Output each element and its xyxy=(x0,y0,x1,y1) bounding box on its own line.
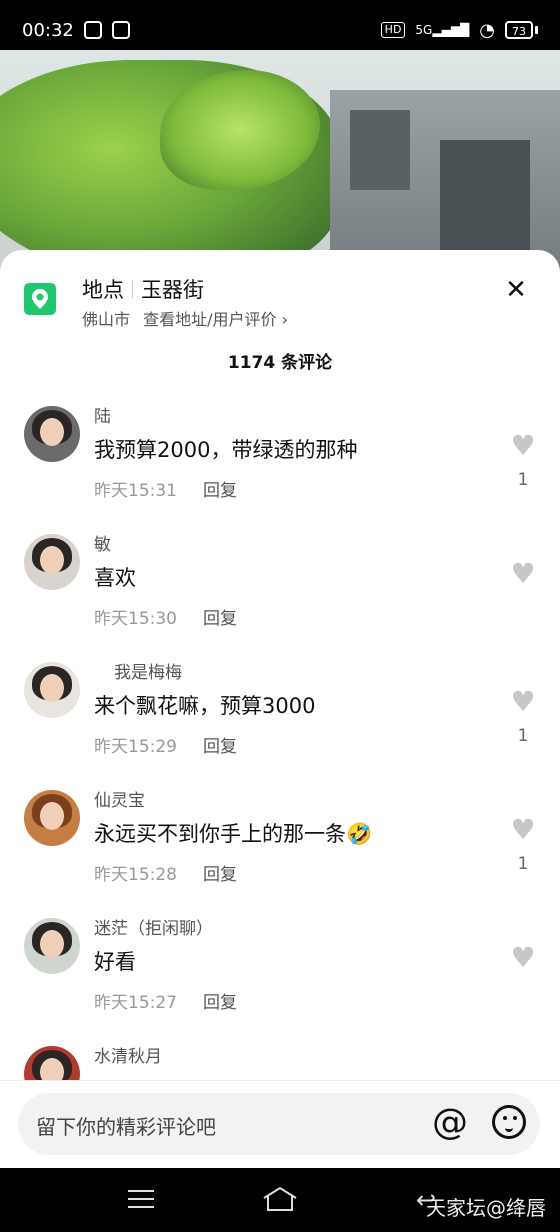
location-row[interactable]: 地点 玉器街 佛山市 查看地址/用户评价 › ✕ xyxy=(24,270,536,340)
comment-username[interactable]: 陆 xyxy=(94,402,111,427)
comment-item[interactable]: 仙灵宝 永远买不到你手上的那一条🤣 昨天15:28 回复 ♥ 1 xyxy=(0,784,560,912)
reply-button[interactable]: 回复 xyxy=(203,988,237,1013)
like-heart-icon[interactable]: ♥ xyxy=(508,432,538,460)
like-heart-icon[interactable]: ♥ xyxy=(508,816,538,844)
wifi-icon: ◔ xyxy=(479,19,495,41)
comment-text: 永远买不到你手上的那一条🤣 xyxy=(94,822,373,846)
battery-icon: 73 xyxy=(505,21,538,39)
close-icon[interactable]: ✕ xyxy=(496,270,536,310)
comment-input[interactable]: 留下你的精彩评论吧 @ xyxy=(18,1093,540,1155)
like-count: 1 xyxy=(517,470,529,490)
location-pin-icon xyxy=(24,283,56,315)
app-notification-icon xyxy=(83,21,102,39)
system-nav-bar: ↩ 天家坛@绛唇 xyxy=(0,1168,560,1232)
comment-time: 昨天15:31 xyxy=(94,481,177,501)
like-heart-icon[interactable]: ♥ xyxy=(508,560,538,588)
battery-level: 73 xyxy=(505,21,533,39)
comment-list: 陆 我预算2000，带绿透的那种 昨天15:31 回复 ♥ 1 敏 喜欢 昨天1… xyxy=(0,400,560,1168)
avatar[interactable] xyxy=(24,406,80,462)
location-title: 地点 玉器街 xyxy=(82,274,204,304)
watermark: 天家坛@绛唇 xyxy=(426,1196,546,1220)
home-icon[interactable] xyxy=(262,1186,298,1212)
avatar[interactable] xyxy=(24,790,80,846)
comment-username[interactable]: 仙灵宝 xyxy=(94,786,145,811)
avatar[interactable] xyxy=(24,534,80,590)
comment-text: 我预算2000，带绿透的那种 xyxy=(94,438,358,462)
app-notification-icon-2 xyxy=(111,21,130,39)
comment-time: 昨天15:30 xyxy=(94,609,177,629)
reply-button[interactable]: 回复 xyxy=(203,860,237,885)
location-label: 地点 xyxy=(82,278,124,302)
reply-button[interactable]: 回复 xyxy=(203,604,237,629)
comment-username[interactable]: 敏 xyxy=(94,530,111,555)
comment-username[interactable]: 我是梅梅 xyxy=(114,658,182,683)
hd-badge: HD xyxy=(380,22,406,38)
comment-time: 昨天15:28 xyxy=(94,865,177,885)
comment-text: 喜欢 xyxy=(94,566,136,590)
comment-item[interactable]: 敏 喜欢 昨天15:30 回复 ♥ xyxy=(0,528,560,656)
comment-text: 来个飘花嘛，预算3000 xyxy=(94,694,316,718)
comment-username[interactable]: 水清秋月 xyxy=(94,1042,162,1067)
clock: 00:32 xyxy=(22,19,74,41)
comment-sheet: 地点 玉器街 佛山市 查看地址/用户评价 › ✕ 1174 条评论 陆 我预算2… xyxy=(0,250,560,1168)
comment-time: 昨天15:29 xyxy=(94,737,177,757)
comment-username[interactable]: 迷茫（拒闲聊） xyxy=(94,914,213,939)
reply-button[interactable]: 回复 xyxy=(203,732,237,757)
comment-item[interactable]: 我是梅梅 来个飘花嘛，预算3000 昨天15:29 回复 ♥ 1 xyxy=(0,656,560,784)
reply-button[interactable]: 回复 xyxy=(203,476,237,501)
comment-input-placeholder: 留下你的精彩评论吧 xyxy=(36,1115,216,1139)
mention-icon[interactable]: @ xyxy=(432,1103,468,1143)
comment-item[interactable]: 迷茫（拒闲聊） 好看 昨天15:27 回复 ♥ xyxy=(0,912,560,1040)
like-count: 1 xyxy=(517,854,529,874)
emoji-icon[interactable] xyxy=(492,1105,526,1139)
comment-count: 1174 条评论 xyxy=(227,353,333,373)
like-heart-icon[interactable]: ♥ xyxy=(508,688,538,716)
location-subtitle[interactable]: 佛山市 查看地址/用户评价 › xyxy=(82,306,288,330)
like-count: 1 xyxy=(517,726,529,746)
comment-text: 好看 xyxy=(94,950,136,974)
comment-item[interactable]: 陆 我预算2000，带绿透的那种 昨天15:31 回复 ♥ 1 xyxy=(0,400,560,528)
avatar[interactable] xyxy=(24,662,80,718)
location-city: 佛山市 xyxy=(82,310,131,329)
video-background[interactable] xyxy=(0,50,560,280)
comment-time: 昨天15:27 xyxy=(94,993,177,1013)
like-heart-icon[interactable]: ♥ xyxy=(508,944,538,972)
menu-icon[interactable] xyxy=(128,1190,154,1208)
location-link[interactable]: 查看地址/用户评价 › xyxy=(143,310,288,329)
comment-input-bar: 留下你的精彩评论吧 @ xyxy=(0,1080,560,1169)
location-place: 玉器街 xyxy=(141,278,204,302)
signal-icon: 5G▂▄▆█ xyxy=(415,23,470,37)
network-type: 5G xyxy=(415,23,433,37)
avatar[interactable] xyxy=(24,918,80,974)
